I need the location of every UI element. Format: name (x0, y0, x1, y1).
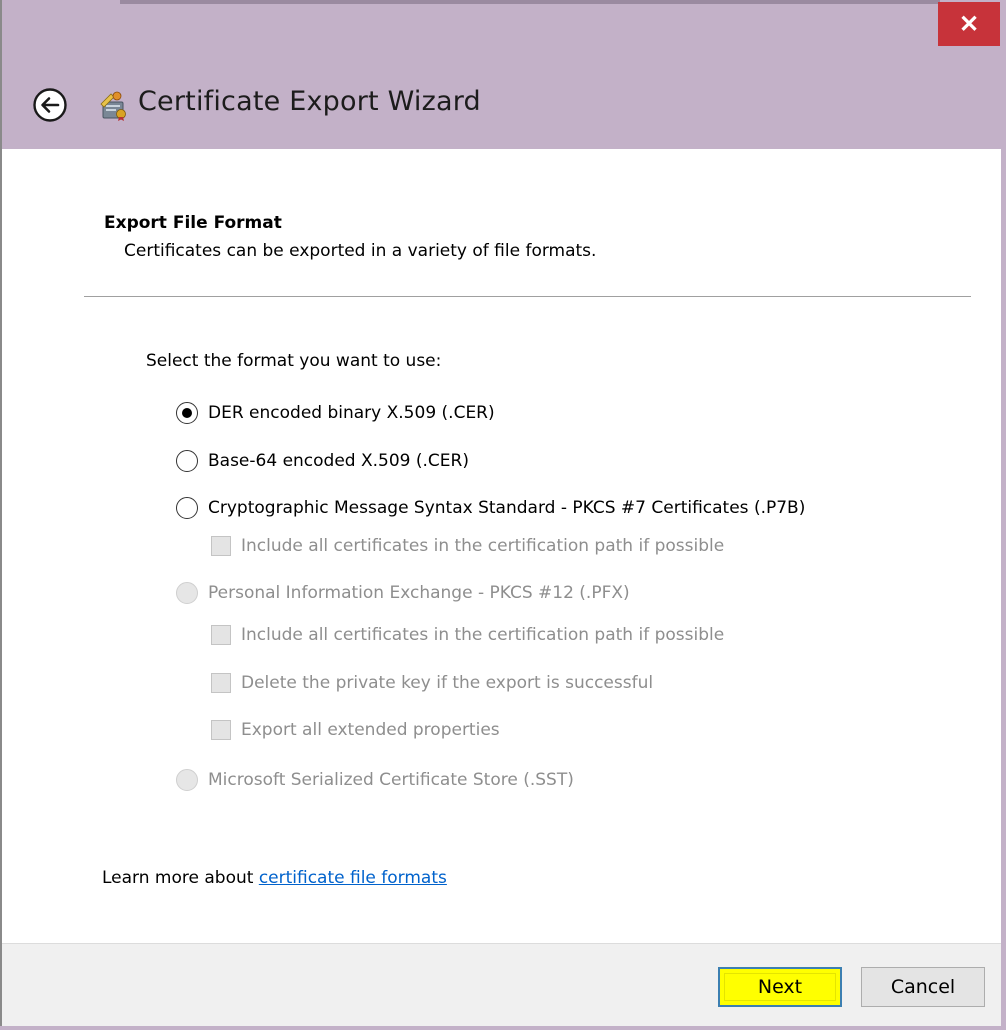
option-der-label: DER encoded binary X.509 (.CER) (208, 403, 495, 423)
checkbox-delete-private-key-box[interactable] (211, 673, 231, 693)
option-base64[interactable]: Base-64 encoded X.509 (.CER) (176, 450, 469, 472)
option-der[interactable]: DER encoded binary X.509 (.CER) (176, 402, 495, 424)
cancel-button-label: Cancel (890, 976, 956, 998)
close-button[interactable]: ✕ (938, 2, 1000, 46)
radio-der[interactable] (176, 402, 198, 424)
checkbox-p7b-include-path-box[interactable] (211, 536, 231, 556)
page-description: Certificates can be exported in a variet… (124, 241, 597, 261)
option-sst-label: Microsoft Serialized Certificate Store (… (208, 770, 574, 790)
wizard-title: Certificate Export Wizard (138, 86, 481, 117)
window-top-edge (120, 0, 940, 4)
option-pkcs7[interactable]: Cryptographic Message Syntax Standard - … (176, 497, 805, 519)
page-title: Export File Format (104, 213, 282, 233)
close-icon: ✕ (958, 10, 980, 38)
checkbox-pfx-include-path-label: Include all certificates in the certific… (241, 625, 725, 645)
wizard-content: Export File Format Certificates can be e… (2, 149, 1001, 943)
option-base64-label: Base-64 encoded X.509 (.CER) (208, 451, 469, 471)
back-arrow-icon (33, 88, 67, 122)
radio-pkcs7[interactable] (176, 497, 198, 519)
format-prompt: Select the format you want to use: (146, 351, 442, 371)
checkbox-p7b-include-path[interactable]: Include all certificates in the certific… (211, 536, 724, 556)
certificate-icon (95, 88, 129, 122)
option-sst[interactable]: Microsoft Serialized Certificate Store (… (176, 769, 574, 791)
wizard-footer: Next Cancel (2, 943, 1001, 1027)
checkbox-export-extended[interactable]: Export all extended properties (211, 720, 500, 740)
wizard-header: Certificate Export Wizard (0, 60, 1006, 148)
back-button[interactable] (30, 85, 70, 125)
window-bottom-edge (0, 1026, 1006, 1030)
radio-base64[interactable] (176, 450, 198, 472)
checkbox-pfx-include-path[interactable]: Include all certificates in the certific… (211, 625, 724, 645)
option-pkcs7-label: Cryptographic Message Syntax Standard - … (208, 498, 806, 518)
next-button-focus-ring (724, 973, 836, 1001)
checkbox-p7b-include-path-label: Include all certificates in the certific… (241, 536, 725, 556)
learn-more: Learn more about certificate file format… (102, 868, 447, 888)
option-pfx-label: Personal Information Exchange - PKCS #12… (208, 583, 630, 603)
checkbox-pfx-include-path-box[interactable] (211, 625, 231, 645)
checkbox-export-extended-box[interactable] (211, 720, 231, 740)
option-pfx[interactable]: Personal Information Exchange - PKCS #12… (176, 582, 630, 604)
wizard-window: ✕ Certificate Export Wizard Export File … (0, 0, 1006, 1030)
checkbox-export-extended-label: Export all extended properties (241, 720, 500, 740)
checkbox-delete-private-key[interactable]: Delete the private key if the export is … (211, 673, 653, 693)
learn-more-link[interactable]: certificate file formats (259, 868, 447, 888)
header-divider (84, 296, 971, 297)
radio-sst[interactable] (176, 769, 198, 791)
cancel-button[interactable]: Cancel (861, 967, 985, 1007)
checkbox-delete-private-key-label: Delete the private key if the export is … (241, 673, 654, 693)
learn-more-text: Learn more about (102, 868, 259, 888)
next-button[interactable]: Next (718, 967, 842, 1007)
radio-pfx[interactable] (176, 582, 198, 604)
